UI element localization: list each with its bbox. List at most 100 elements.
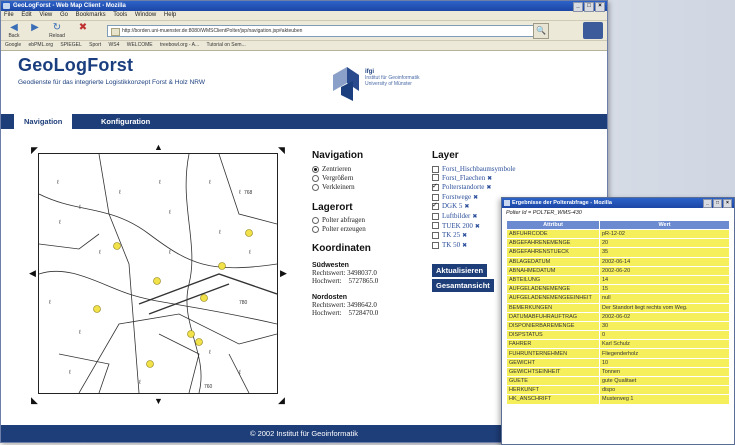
layer-remove-icon[interactable]: ✖ (475, 224, 480, 230)
polter-marker[interactable] (146, 360, 154, 368)
layer-remove-icon[interactable]: ✖ (462, 233, 467, 239)
radio-dot[interactable] (312, 165, 319, 173)
layer-checkbox[interactable] (432, 182, 439, 192)
layer-checkbox[interactable] (432, 232, 439, 240)
tab-navigation[interactable]: Navigation (14, 114, 73, 129)
forward-button[interactable]: ▶ (25, 22, 45, 39)
layer-remove-icon[interactable]: ✖ (486, 185, 491, 191)
pan-northeast-icon[interactable]: ◥ (278, 146, 285, 155)
bookmark-treebowl[interactable]: treebowl.org - A... (160, 42, 199, 48)
layer-label[interactable]: Luftbilder (442, 212, 470, 220)
layer-remove-icon[interactable]: ✖ (464, 204, 469, 210)
polter-marker[interactable] (187, 330, 195, 338)
aktualisieren-button[interactable]: Aktualisieren (432, 264, 488, 277)
polter-marker[interactable] (113, 242, 121, 250)
menu-edit[interactable]: Edit (21, 12, 31, 18)
layer-item[interactable]: Forst_Hischbaumsymbole (432, 165, 516, 174)
close-button[interactable]: × (595, 2, 605, 12)
stop-button[interactable]: ✖ (73, 22, 93, 39)
value-cell: 20 (599, 238, 730, 249)
layer-checkbox[interactable] (432, 222, 439, 230)
layer-label[interactable]: Forstwege (442, 193, 471, 201)
layer-checkbox[interactable] (432, 241, 439, 249)
layer-label[interactable]: Forst_Flaechen (442, 174, 485, 182)
pan-north-icon[interactable]: ▲ (154, 143, 163, 152)
layer-checkbox[interactable] (432, 165, 439, 173)
menu-go[interactable]: Go (60, 12, 68, 18)
radio-zentrieren[interactable]: Zentrieren (312, 165, 378, 174)
pan-east-icon[interactable]: ▶ (280, 269, 287, 278)
popup-minimize-button[interactable]: _ (703, 199, 712, 208)
layer-checkbox[interactable] (432, 174, 439, 182)
bookmark-sport[interactable]: Sport (89, 42, 101, 48)
layer-label[interactable]: Polterstandorte (442, 183, 484, 191)
polter-marker[interactable] (218, 262, 226, 270)
layer-label[interactable]: TK 50 (442, 241, 460, 249)
tab-konfiguration[interactable]: Konfiguration (91, 114, 160, 129)
popup-maximize-button[interactable]: □ (713, 199, 722, 208)
radio-dot[interactable] (312, 216, 319, 224)
reload-button[interactable]: ↻ Reload (47, 22, 67, 39)
bookmark-ws4[interactable]: WS4 (109, 42, 120, 48)
value-cell: Musterweg 1 (599, 394, 730, 405)
value-cell: Der Standort liegt rechts vom Weg. (599, 302, 730, 313)
maximize-button[interactable]: □ (584, 2, 594, 12)
table-row: ABLAGEDATUM 2002-06-14 (506, 256, 730, 267)
bookmark-spiegel[interactable]: SPIEGEL (60, 42, 81, 48)
menu-bookmarks[interactable]: Bookmarks (76, 12, 106, 18)
menu-help[interactable]: Help (164, 12, 176, 18)
layer-label[interactable]: TUEK 200 (442, 222, 473, 230)
layer-checkbox[interactable] (432, 201, 439, 211)
layer-label[interactable]: DGK 5 (442, 202, 462, 210)
radio-dot[interactable] (312, 174, 319, 182)
layer-remove-icon[interactable]: ✖ (472, 214, 477, 220)
pan-west-icon[interactable]: ◀ (29, 269, 36, 278)
bookmark-google[interactable]: Google (5, 42, 21, 48)
bookmark-ebpml[interactable]: ebPML.org (29, 42, 53, 48)
popup-window-controls: _ □ × (703, 199, 732, 208)
layer-remove-icon[interactable]: ✖ (462, 243, 467, 249)
polter-id-text: Polter Id = POLTER_WMS-430 (506, 210, 582, 216)
layer-item[interactable]: Forst_Flaechen ✖ (432, 174, 516, 184)
menu-window[interactable]: Window (135, 12, 156, 18)
popup-close-button[interactable]: × (723, 199, 732, 208)
polter-attribute-table: Attribut Wert ABFUHRCODE pR-12-02 ABGEFAHR… (506, 220, 730, 405)
svg-text:ℓ: ℓ (239, 189, 241, 196)
polter-marker[interactable] (93, 305, 101, 313)
radio-dot[interactable] (312, 225, 319, 233)
back-button[interactable]: ◀ Back (4, 22, 24, 39)
layer-checkbox[interactable] (432, 193, 439, 201)
layer-label[interactable]: Forst_Hischbaumsymbole (442, 165, 516, 173)
pan-south-icon[interactable]: ▼ (154, 397, 163, 406)
radio-polter-abfragen[interactable]: Polter abfragen (312, 216, 378, 225)
polter-marker[interactable] (200, 294, 208, 302)
radio-dot[interactable] (312, 183, 319, 191)
pan-southwest-icon[interactable]: ◣ (31, 396, 38, 405)
gesamtansicht-button[interactable]: Gesamtansicht (432, 279, 494, 292)
layer-checkbox[interactable] (432, 212, 439, 220)
bookmark-tutorial[interactable]: Tutorial on Sem... (206, 42, 245, 48)
menu-view[interactable]: View (39, 12, 52, 18)
bookmark-welcome[interactable]: WELCOME (127, 42, 153, 48)
svg-text:ℓ: ℓ (99, 249, 101, 256)
radio-vergroessern[interactable]: Vergrößern (312, 174, 378, 183)
svg-text:ℓ: ℓ (119, 189, 121, 196)
menu-file[interactable]: File (4, 12, 14, 18)
layer-remove-icon[interactable]: ✖ (487, 176, 492, 182)
minimize-button[interactable]: _ (573, 2, 583, 12)
polter-marker[interactable] (245, 229, 253, 237)
search-button[interactable]: 🔍 (533, 23, 549, 39)
layer-label[interactable]: TK 25 (442, 231, 460, 239)
map-view[interactable]: ℓ ℓ ℓ ℓ ℓ ℓ ℓ ℓ ℓ ℓ ℓ ℓ ℓ ℓ ℓ ℓ ℓ ℓ 768 780 760 (38, 153, 278, 394)
pan-northwest-icon[interactable]: ◤ (31, 146, 38, 155)
url-input[interactable]: http://borden.uni-muenster.de:8080/WMSCl… (107, 25, 543, 37)
topographic-map[interactable]: ℓ ℓ ℓ ℓ ℓ ℓ ℓ ℓ ℓ ℓ ℓ ℓ ℓ ℓ ℓ ℓ ℓ ℓ 768 780 760 (39, 154, 277, 393)
layer-remove-icon[interactable]: ✖ (473, 195, 478, 201)
polter-marker[interactable] (153, 277, 161, 285)
polter-marker[interactable] (195, 338, 203, 346)
menu-tools[interactable]: Tools (113, 12, 127, 18)
pan-southeast-icon[interactable]: ◢ (278, 396, 285, 405)
radio-verkleinern[interactable]: Verkleinern (312, 183, 378, 192)
layer-item[interactable]: Polterstandorte✖ (432, 182, 516, 193)
radio-polter-erzeugen[interactable]: Polter erzeugen (312, 225, 378, 234)
